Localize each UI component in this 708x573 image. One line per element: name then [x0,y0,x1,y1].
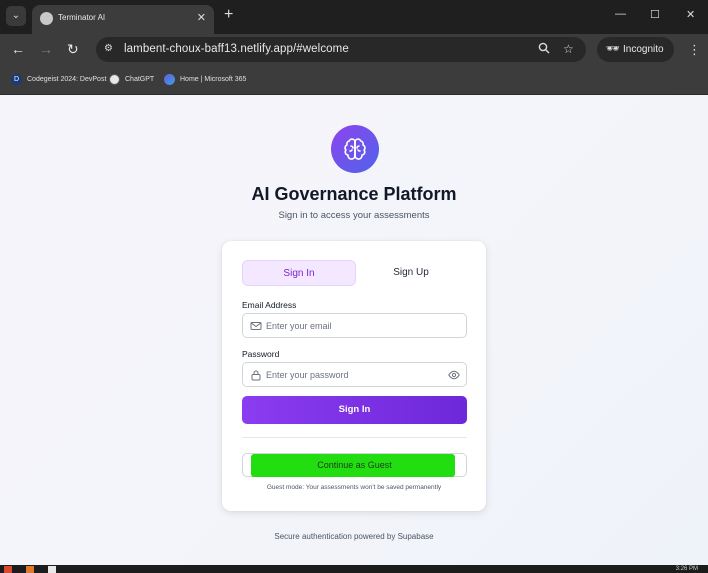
address-bar[interactable]: ⚙ lambent-choux-baff13.netlify.app/#welc… [96,37,586,62]
mail-icon [250,322,262,330]
bookmark-label: ChatGPT [125,76,155,83]
guest-mode-note: Guest mode: Your assessments won't be sa… [266,484,442,491]
back-arrow-icon[interactable]: ← [11,41,25,57]
site-info-icon[interactable]: ⚙ [104,43,118,55]
divider [242,437,467,438]
browser-toolbar: ← → ↻ ⚙ lambent-choux-baff13.netlify.app… [0,34,708,65]
page-content: AI Governance Platform Sign in to access… [0,95,708,565]
bookmark-label: Home | Microsoft 365 [180,76,247,83]
browser-tab[interactable]: Terminator AI ✕ [32,5,214,34]
close-icon[interactable]: ✕ [197,11,206,24]
new-tab-plus-icon[interactable]: + [224,6,233,24]
tab-sign-in[interactable]: Sign In [242,260,356,286]
password-field[interactable]: Enter your password [242,362,467,387]
incognito-label: Incognito [623,44,664,55]
password-label: Password [242,349,280,359]
maximize-icon[interactable]: ☐ [650,8,660,21]
page-title: AI Governance Platform [251,184,457,204]
devpost-icon: D [11,73,22,85]
microsoft365-icon [164,73,175,85]
window-close-icon[interactable]: ✕ [686,8,695,21]
incognito-badge[interactable]: 🕶 Incognito [597,37,674,62]
taskbar-app-icon[interactable] [4,566,12,573]
search-icon[interactable] [538,42,550,57]
email-label: Email Address [242,300,297,310]
more-menu-icon[interactable]: ⋮ [688,42,701,58]
chatgpt-icon [109,73,120,85]
password-placeholder: Enter your password [266,370,349,380]
footer-text: Secure authentication powered by Supabas… [274,532,434,541]
tab-search-chevron-icon[interactable]: ⌄ [6,6,26,26]
sign-in-button[interactable]: Sign In [242,396,467,424]
auth-card: Sign In Sign Up Email Address Enter your… [222,241,486,511]
auth-tabs: Sign In Sign Up [242,260,467,286]
forward-arrow-icon[interactable]: → [39,41,53,57]
guest-button-label: Continue as Guest [317,460,392,470]
url-text[interactable]: lambent-choux-baff13.netlify.app/#welcom… [124,43,349,55]
bookmark-chatgpt[interactable]: ChatGPT [109,73,154,87]
lock-icon [251,370,261,381]
bookmarks-bar: D Codegeist 2024: DevPost ChatGPT Home | … [0,65,708,95]
taskbar-clock: 3:26 PM [675,566,698,572]
page-subtitle: Sign in to access your assessments [278,210,430,221]
bookmark-codegeist[interactable]: D Codegeist 2024: DevPost [11,73,106,87]
browser-tab-bar: ⌄ Terminator AI ✕ + — ☐ ✕ [0,0,708,34]
eye-icon[interactable] [448,369,460,381]
taskbar-app-icon[interactable] [48,566,56,573]
brain-logo [331,125,379,173]
brain-icon [344,138,366,160]
email-placeholder: Enter your email [266,321,332,331]
email-field[interactable]: Enter your email [242,313,467,338]
taskbar-app-icon[interactable] [26,566,34,573]
continue-as-guest-button[interactable]: Continue as Guest [242,453,467,477]
os-taskbar: 3:26 PM [0,565,708,573]
globe-icon [40,12,53,25]
tab-sign-up[interactable]: Sign Up [354,260,468,286]
reload-icon[interactable]: ↻ [67,41,79,58]
bookmark-microsoft365[interactable]: Home | Microsoft 365 [164,73,246,87]
minimize-icon[interactable]: — [615,8,626,20]
bookmark-star-icon[interactable]: ☆ [563,42,574,56]
tab-title: Terminator AI [58,13,106,22]
incognito-icon: 🕶 [606,43,620,55]
bookmark-label: Codegeist 2024: DevPost [27,76,107,83]
